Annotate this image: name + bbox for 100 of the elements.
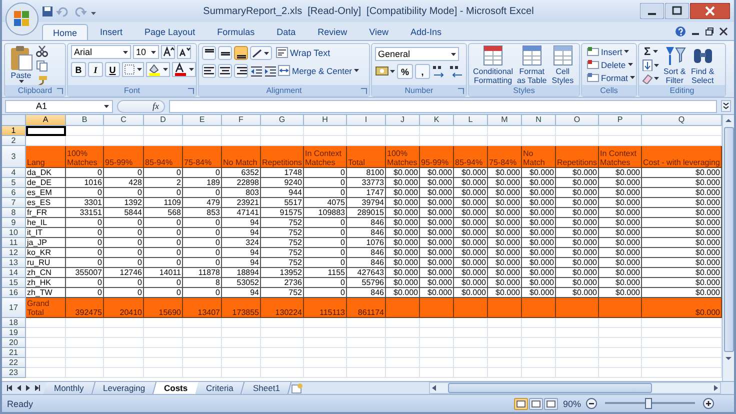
empty-cell[interactable]	[104, 348, 144, 358]
close-button[interactable]	[690, 3, 730, 19]
zoom-level[interactable]: 90%	[562, 398, 581, 408]
eraser-icon[interactable]	[642, 72, 659, 84]
ribbon-tab[interactable]: Review	[308, 24, 358, 40]
empty-cell[interactable]	[599, 368, 642, 378]
empty-cell[interactable]	[261, 318, 304, 328]
empty-cell[interactable]	[222, 348, 261, 358]
empty-cell[interactable]	[420, 126, 454, 136]
row-header[interactable]: 23	[2, 368, 26, 378]
slider-thumb[interactable]	[645, 398, 652, 409]
zoom-out-icon[interactable]	[586, 398, 597, 409]
first-sheet-icon[interactable]	[6, 384, 14, 392]
ribbon-tab[interactable]: Data	[266, 24, 306, 40]
active-cell[interactable]	[26, 126, 66, 136]
ribbon-tab[interactable]: Page Layout	[134, 24, 206, 40]
empty-cell[interactable]	[599, 338, 642, 348]
empty-cell[interactable]	[522, 348, 556, 358]
next-sheet-icon[interactable]	[24, 384, 32, 392]
scroll-thumb[interactable]	[724, 127, 734, 352]
empty-cell[interactable]	[347, 348, 386, 358]
row-header[interactable]: 4	[2, 168, 26, 178]
ribbon-tab[interactable]: Insert	[90, 24, 133, 40]
empty-cell[interactable]	[488, 368, 522, 378]
column-header[interactable]: I	[347, 115, 386, 126]
empty-cell[interactable]	[222, 126, 261, 136]
empty-cell[interactable]	[66, 318, 104, 328]
empty-cell[interactable]	[222, 328, 261, 338]
grow-font-icon[interactable]	[161, 45, 175, 59]
wrap-text-icon[interactable]	[276, 47, 288, 58]
row-header[interactable]: 22	[2, 358, 26, 368]
align-bottom-icon[interactable]	[234, 46, 248, 60]
increase-indent-icon[interactable]	[264, 64, 276, 78]
italic-button[interactable]: I	[88, 62, 103, 77]
decrease-indent-icon[interactable]	[250, 64, 262, 78]
row-header[interactable]: 1	[2, 126, 26, 136]
close-icon[interactable]	[719, 27, 728, 36]
empty-cell[interactable]	[347, 338, 386, 348]
empty-cell[interactable]	[599, 318, 642, 328]
empty-cell[interactable]	[488, 358, 522, 368]
decrease-decimal-icon[interactable]	[449, 64, 464, 79]
empty-cell[interactable]	[420, 318, 454, 328]
empty-cell[interactable]	[104, 328, 144, 338]
empty-cell[interactable]	[522, 126, 556, 136]
align-right-icon[interactable]	[234, 64, 248, 78]
empty-cell[interactable]	[347, 368, 386, 378]
empty-cell[interactable]	[386, 368, 420, 378]
row-header[interactable]: 11	[2, 238, 26, 248]
empty-cell[interactable]	[304, 368, 347, 378]
empty-cell[interactable]	[386, 318, 420, 328]
caret-icon[interactable]	[630, 76, 635, 79]
empty-cell[interactable]	[599, 348, 642, 358]
empty-cell[interactable]	[488, 328, 522, 338]
row-header[interactable]: 12	[2, 248, 26, 258]
vertical-scrollbar[interactable]	[722, 115, 734, 381]
scroll-left-icon[interactable]	[430, 384, 438, 392]
empty-cell[interactable]	[522, 358, 556, 368]
empty-cell[interactable]	[104, 318, 144, 328]
maximize-button[interactable]	[665, 3, 689, 19]
page-break-view-icon[interactable]	[544, 398, 558, 410]
empty-cell[interactable]	[488, 126, 522, 136]
insert-button[interactable]: Insert	[585, 45, 637, 58]
empty-cell[interactable]	[556, 368, 599, 378]
caret-icon[interactable]	[104, 104, 109, 108]
format-cells-icon[interactable]	[587, 72, 599, 83]
sheet-tab[interactable]: Leveraging	[92, 382, 156, 394]
empty-cell[interactable]	[144, 368, 183, 378]
empty-cell[interactable]	[488, 318, 522, 328]
row-header[interactable]: 3	[2, 146, 26, 168]
empty-cell[interactable]	[347, 358, 386, 368]
caret-icon[interactable]	[151, 50, 156, 54]
empty-cell[interactable]	[222, 358, 261, 368]
empty-cell[interactable]	[599, 328, 642, 338]
column-header[interactable]: K	[420, 115, 454, 126]
empty-cell[interactable]	[304, 328, 347, 338]
row-header[interactable]: 17	[2, 298, 26, 318]
empty-cell[interactable]	[144, 318, 183, 328]
empty-cell[interactable]	[183, 328, 222, 338]
empty-cell[interactable]	[66, 358, 104, 368]
empty-cell[interactable]	[261, 126, 304, 136]
empty-cell[interactable]	[66, 368, 104, 378]
row-header[interactable]: 13	[2, 258, 26, 268]
empty-cell[interactable]	[347, 126, 386, 136]
format-button[interactable]: Format	[585, 71, 637, 84]
normal-view-icon[interactable]	[514, 398, 528, 410]
empty-cell[interactable]	[144, 328, 183, 338]
empty-cell[interactable]	[488, 348, 522, 358]
formula-input[interactable]	[169, 100, 717, 112]
merge-center-button[interactable]: Merge & Center	[278, 63, 359, 78]
column-header[interactable]: B	[66, 115, 104, 126]
empty-cell[interactable]	[183, 368, 222, 378]
cut-icon[interactable]	[36, 45, 48, 57]
sheet-tab[interactable]: Sheet1	[242, 382, 292, 394]
empty-cell[interactable]	[222, 318, 261, 328]
row-header[interactable]: 7	[2, 198, 26, 208]
empty-cell[interactable]	[183, 318, 222, 328]
ribbon-tab[interactable]: Formulas	[207, 24, 265, 40]
column-header[interactable]: J	[386, 115, 420, 126]
empty-cell[interactable]	[261, 338, 304, 348]
column-header[interactable]: E	[183, 115, 222, 126]
